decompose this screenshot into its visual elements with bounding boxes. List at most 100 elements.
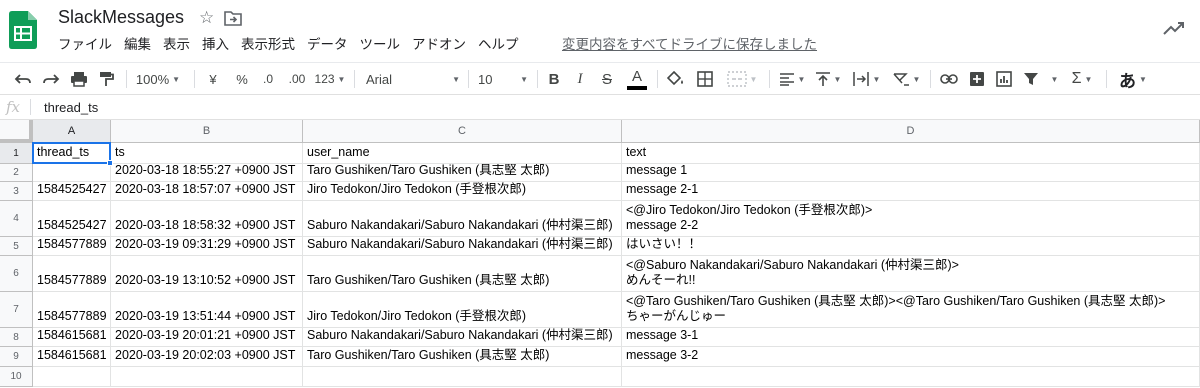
functions-button[interactable]: Σ ▼ — [1066, 63, 1098, 95]
cell-a2[interactable] — [33, 164, 111, 182]
cell-a9[interactable]: 1584615681 — [33, 347, 111, 367]
cell-d10[interactable] — [622, 367, 1200, 387]
cell-c9[interactable]: Taro Gushiken/Taro Gushiken (具志堅 太郎) — [303, 347, 622, 367]
menu-insert[interactable]: 挿入 — [202, 36, 229, 56]
vertical-align-icon[interactable]: ▼ — [813, 63, 843, 95]
cell-c2[interactable]: Taro Gushiken/Taro Gushiken (具志堅 太郎) — [303, 164, 622, 182]
cell-c8[interactable]: Saburo Nakandakari/Saburo Nakandakari (仲… — [303, 328, 622, 347]
cell-c1[interactable]: user_name — [303, 143, 622, 164]
menu-tools[interactable]: ツール — [360, 36, 401, 56]
star-icon[interactable]: ☆ — [199, 8, 214, 28]
cell-b9[interactable]: 2020-03-19 20:02:03 +0900 JST — [111, 347, 303, 367]
cell-a5[interactable]: 1584577889 — [33, 237, 111, 256]
select-all-corner[interactable] — [0, 120, 33, 143]
row-header[interactable]: 4 — [0, 201, 33, 237]
fill-handle[interactable] — [107, 160, 113, 166]
text-rotation-icon[interactable]: ▼ — [889, 63, 923, 95]
cell-b1[interactable]: ts — [111, 143, 303, 164]
column-header-d[interactable]: D — [622, 120, 1200, 143]
move-to-folder-icon[interactable] — [224, 10, 242, 26]
row-header[interactable]: 9 — [0, 347, 33, 367]
italic-button[interactable]: I — [571, 63, 589, 95]
undo-icon[interactable] — [12, 63, 34, 95]
zoom-select[interactable]: 100% ▼ — [135, 63, 181, 95]
cell-c7[interactable]: Jiro Tedokon/Jiro Tedokon (手登根次郎) — [303, 292, 622, 328]
input-tools-button[interactable]: あ ▼ — [1114, 63, 1152, 95]
cell-a8[interactable]: 1584615681 — [33, 328, 111, 347]
filter-views-dropdown[interactable]: ▼ — [1044, 63, 1062, 95]
cell-b10[interactable] — [111, 367, 303, 387]
currency-format-button[interactable]: ¥ — [204, 63, 222, 95]
menu-help[interactable]: ヘルプ — [478, 36, 519, 56]
row-header[interactable]: 5 — [0, 237, 33, 256]
row-header[interactable]: 8 — [0, 328, 33, 347]
cell-c5[interactable]: Saburo Nakandakari/Saburo Nakandakari (仲… — [303, 237, 622, 256]
redo-icon[interactable] — [40, 63, 62, 95]
text-wrapping-icon[interactable]: ▼ — [849, 63, 883, 95]
cell-c10[interactable] — [303, 367, 622, 387]
cell-d7[interactable]: <@Taro Gushiken/Taro Gushiken (具志堅 太郎)><… — [622, 292, 1200, 328]
sheets-logo-icon[interactable] — [9, 11, 37, 49]
cell-a4[interactable]: 1584525427 — [33, 201, 111, 237]
insert-chart-icon[interactable] — [993, 63, 1015, 95]
cell-d1[interactable]: text — [622, 143, 1200, 164]
column-header-c[interactable]: C — [303, 120, 622, 143]
cell-b2[interactable]: 2020-03-18 18:55:27 +0900 JST — [111, 164, 303, 182]
cell-b6[interactable]: 2020-03-19 13:10:52 +0900 JST — [111, 256, 303, 292]
more-formats-select[interactable]: 123 ▼ — [313, 63, 347, 95]
font-size-select[interactable]: 10 ▼ — [478, 63, 528, 95]
cell-d8[interactable]: message 3-1 — [622, 328, 1200, 347]
cell-b7[interactable]: 2020-03-19 13:51:44 +0900 JST — [111, 292, 303, 328]
percent-format-button[interactable]: % — [233, 63, 251, 95]
menu-data[interactable]: データ — [307, 36, 348, 56]
filter-icon[interactable] — [1021, 63, 1041, 95]
bold-button[interactable]: B — [545, 63, 563, 95]
cell-c4[interactable]: Saburo Nakandakari/Saburo Nakandakari (仲… — [303, 201, 622, 237]
strikethrough-button[interactable]: S — [598, 63, 616, 95]
text-color-button[interactable]: A — [626, 63, 648, 95]
cell-b3[interactable]: 2020-03-18 18:57:07 +0900 JST — [111, 182, 303, 201]
decrease-decimal-button[interactable]: .0 — [258, 63, 278, 95]
menu-format[interactable]: 表示形式 — [241, 36, 295, 56]
column-header-a[interactable]: A — [33, 120, 111, 143]
cell-a6[interactable]: 1584577889 — [33, 256, 111, 292]
row-header[interactable]: 2 — [0, 164, 33, 182]
menu-file[interactable]: ファイル — [58, 36, 112, 56]
cell-b8[interactable]: 2020-03-19 20:01:21 +0900 JST — [111, 328, 303, 347]
activity-trend-icon[interactable] — [1163, 20, 1185, 36]
increase-decimal-button[interactable]: .00 — [284, 63, 310, 95]
row-header[interactable]: 3 — [0, 182, 33, 201]
cell-a1[interactable]: thread_ts — [33, 143, 111, 164]
menu-addons[interactable]: アドオン — [412, 36, 466, 56]
formula-input[interactable]: thread_ts — [44, 100, 98, 115]
cell-c3[interactable]: Jiro Tedokon/Jiro Tedokon (手登根次郎) — [303, 182, 622, 201]
cell-d6[interactable]: <@Saburo Nakandakari/Saburo Nakandakari … — [622, 256, 1200, 292]
cell-b4[interactable]: 2020-03-18 18:58:32 +0900 JST — [111, 201, 303, 237]
cell-c6[interactable]: Taro Gushiken/Taro Gushiken (具志堅 太郎) — [303, 256, 622, 292]
merge-cells-icon[interactable]: ▼ — [722, 63, 762, 95]
paint-format-icon[interactable] — [95, 63, 117, 95]
row-header[interactable]: 6 — [0, 256, 33, 292]
cell-a3[interactable]: 1584525427 — [33, 182, 111, 201]
save-status-link[interactable]: 変更内容をすべてドライブに保存しました — [562, 36, 817, 54]
cell-b5[interactable]: 2020-03-19 09:31:29 +0900 JST — [111, 237, 303, 256]
borders-icon[interactable] — [694, 63, 716, 95]
insert-link-icon[interactable] — [938, 63, 960, 95]
cell-d5[interactable]: はいさい！！ — [622, 237, 1200, 256]
row-header[interactable]: 10 — [0, 367, 33, 387]
cell-a7[interactable]: 1584577889 — [33, 292, 111, 328]
cell-d9[interactable]: message 3-2 — [622, 347, 1200, 367]
column-header-b[interactable]: B — [111, 120, 303, 143]
menu-view[interactable]: 表示 — [163, 36, 190, 56]
cell-d3[interactable]: message 2-1 — [622, 182, 1200, 201]
row-header[interactable]: 7 — [0, 292, 33, 328]
print-icon[interactable] — [68, 63, 90, 95]
cell-d2[interactable]: message 1 — [622, 164, 1200, 182]
cell-a10[interactable] — [33, 367, 111, 387]
cell-d4[interactable]: <@Jiro Tedokon/Jiro Tedokon (手登根次郎)> mes… — [622, 201, 1200, 237]
insert-comment-icon[interactable] — [966, 63, 988, 95]
menu-edit[interactable]: 編集 — [124, 36, 151, 56]
horizontal-align-icon[interactable]: ▼ — [777, 63, 807, 95]
document-title[interactable]: SlackMessages — [58, 7, 184, 28]
font-family-select[interactable]: Arial ▼ — [366, 63, 460, 95]
